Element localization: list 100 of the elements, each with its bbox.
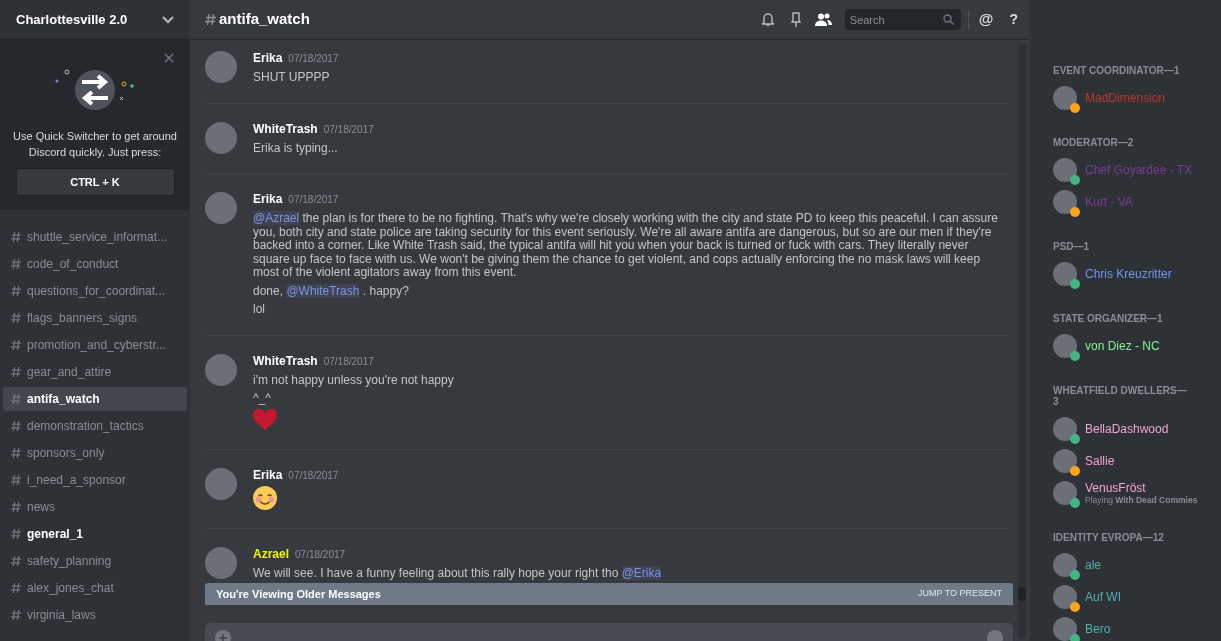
member-item[interactable]: Bero <box>1053 613 1221 641</box>
role-heading: EVENT COORDINATOR—1 <box>1053 65 1181 76</box>
older-messages-notice: You're Viewing Older Messages <box>216 586 381 602</box>
author-name[interactable]: Erika <box>253 192 283 207</box>
timestamp: 07/18/2017 <box>323 122 374 137</box>
channel-item[interactable]: shuttle_service_informat... <box>3 225 187 249</box>
message-text: done, @WhiteTrash . happy? <box>253 284 410 298</box>
member-avatar <box>1053 553 1077 577</box>
channel-item[interactable]: flags_banners_signs <box>3 306 187 330</box>
scrollbar-track[interactable] <box>1018 43 1026 639</box>
hash-icon <box>11 582 21 594</box>
role-heading: IDENTITY EVROPA—12 <box>1053 532 1165 543</box>
shortcut-button[interactable]: CTRL + K <box>15 168 175 196</box>
search-field[interactable]: Search <box>844 9 961 30</box>
channel-item[interactable]: questions_for_coordinat... <box>3 279 187 303</box>
hash-icon <box>11 555 21 567</box>
avatar[interactable] <box>205 353 237 386</box>
timestamp: 07/18/2017 <box>295 547 346 562</box>
member-item[interactable]: Sallie <box>1053 445 1221 477</box>
author-name[interactable]: Erika <box>253 467 283 483</box>
avatar[interactable] <box>205 546 237 579</box>
chevron-down-icon <box>162 15 174 24</box>
hash-icon <box>11 609 21 621</box>
channel-item[interactable]: gear_and_attire <box>3 360 187 384</box>
member-avatar <box>1053 617 1077 641</box>
hash-icon <box>11 447 21 459</box>
member-item[interactable]: ale <box>1053 549 1221 581</box>
avatar[interactable] <box>205 192 237 224</box>
message-text: ^_^ <box>253 392 272 406</box>
role-heading: MODERATOR—2 <box>1053 137 1135 148</box>
author-name[interactable]: Azrael <box>253 546 290 562</box>
role-heading: WHEATFIELD DWELLERS—3 <box>1053 385 1188 407</box>
mention-link[interactable]: @Erika <box>621 565 662 580</box>
hash-icon <box>11 231 21 243</box>
quick-switcher-hint: Use Quick Switcher to get around Discord quickly. Just press: <box>12 129 178 160</box>
hash-icon <box>11 366 21 378</box>
channel-item[interactable]: demonstration_tactics <box>3 414 187 438</box>
scrollbar-thumb[interactable] <box>1018 587 1026 601</box>
channel-item[interactable]: news <box>3 495 187 519</box>
mention-link[interactable]: @Azrael <box>253 211 300 225</box>
hash-icon <box>205 13 216 26</box>
message-text: SHUT UPPPP <box>253 71 331 85</box>
message-text: @Azrael the plan is for there to be no fighting. That's why we're closely working with the city and state PD to keep this peaceful. I can assure you, both city and state police are taking security for this event seriously. We're all aware antifa are dangerous, but so are our men if they're backed into a corner. Like White Trash said, the typical antifa will hit you when your back is turned or fuck with cars. They literally never square up face to face with us. We won't be giving them the chance to get violent, and cops actually enforcing the no mask laws will keep most of the violent agitators away from this event. <box>253 212 999 280</box>
jump-to-present-link[interactable]: JUMP TO PRESENT <box>917 587 1002 601</box>
activity-text: Playing With Dead Commies <box>1085 495 1198 505</box>
hash-icon <box>11 474 21 486</box>
smiley-icon <box>253 485 277 510</box>
author-name[interactable]: WhiteTrash <box>253 353 318 369</box>
member-item[interactable]: von Diez - NC <box>1053 330 1221 362</box>
channel-item[interactable]: i_need_a_sponsor <box>3 468 187 492</box>
channel-item[interactable]: virginia_laws <box>3 603 187 627</box>
channel-item[interactable]: alex_jones_chat <box>3 576 187 600</box>
member-item[interactable]: Chris Kreuzritter <box>1053 258 1221 290</box>
members-icon[interactable] <box>814 13 832 26</box>
member-item[interactable]: VenusFröst Playing With Dead Commies <box>1053 477 1221 509</box>
member-avatar <box>1053 334 1077 358</box>
member-avatar <box>1053 86 1077 110</box>
member-avatar <box>1053 190 1077 214</box>
avatar[interactable] <box>205 121 237 154</box>
hash-icon <box>11 339 21 351</box>
author-name[interactable]: Erika <box>253 51 283 66</box>
avatar[interactable] <box>205 467 237 500</box>
message-text: i'm not happy unless you're not happy <box>253 373 455 387</box>
hash-icon <box>11 501 21 513</box>
channel-item[interactable]: code_of_conduct <box>3 252 187 276</box>
close-icon[interactable] <box>164 53 174 63</box>
role-heading: PSD—1 <box>1053 241 1091 252</box>
author-name[interactable]: WhiteTrash <box>253 121 318 137</box>
channel-item[interactable]: safety_planning <box>3 549 187 573</box>
timestamp: 07/18/2017 <box>288 193 339 207</box>
channel-item[interactable]: promotion_and_cyberstr... <box>3 333 187 357</box>
older-messages-bar[interactable]: You're Viewing Older Messages JUMP TO PRESENT <box>205 583 1013 605</box>
message-text: lol <box>253 303 266 317</box>
member-avatar <box>1053 481 1077 505</box>
timestamp: 07/18/2017 <box>288 468 339 483</box>
hash-icon <box>11 285 21 297</box>
channel-title: antifa_watch <box>219 9 310 30</box>
avatar[interactable] <box>205 51 237 83</box>
message-text: We will see. I have a funny feeling about this rally hope your right tho @Erika <box>253 566 663 580</box>
channel-item[interactable]: antifa_watch <box>3 387 187 411</box>
member-item[interactable]: Auf WI <box>1053 581 1221 613</box>
timestamp: 07/18/2017 <box>288 52 339 66</box>
member-avatar <box>1053 585 1077 609</box>
channel-item[interactable]: sponsors_only <box>3 441 187 465</box>
mention-link[interactable]: @WhiteTrash <box>286 283 360 298</box>
notification-bell-icon[interactable] <box>760 12 775 27</box>
help-button[interactable]: ? <box>1009 9 1018 30</box>
hash-icon <box>11 258 21 270</box>
hash-icon <box>11 393 21 405</box>
role-heading: STATE ORGANIZER—1 <box>1053 313 1164 324</box>
member-avatar <box>1053 262 1077 286</box>
hash-icon <box>11 420 21 432</box>
member-avatar <box>1053 449 1077 473</box>
mentions-button[interactable]: @ <box>978 8 994 31</box>
hash-icon <box>11 312 21 324</box>
member-item[interactable]: BellaDashwood <box>1053 413 1221 445</box>
pin-icon[interactable] <box>790 12 801 27</box>
timestamp: 07/18/2017 <box>323 354 374 369</box>
member-item[interactable]: MadDimension <box>1053 82 1221 114</box>
channel-item[interactable]: general_1 <box>3 522 187 546</box>
